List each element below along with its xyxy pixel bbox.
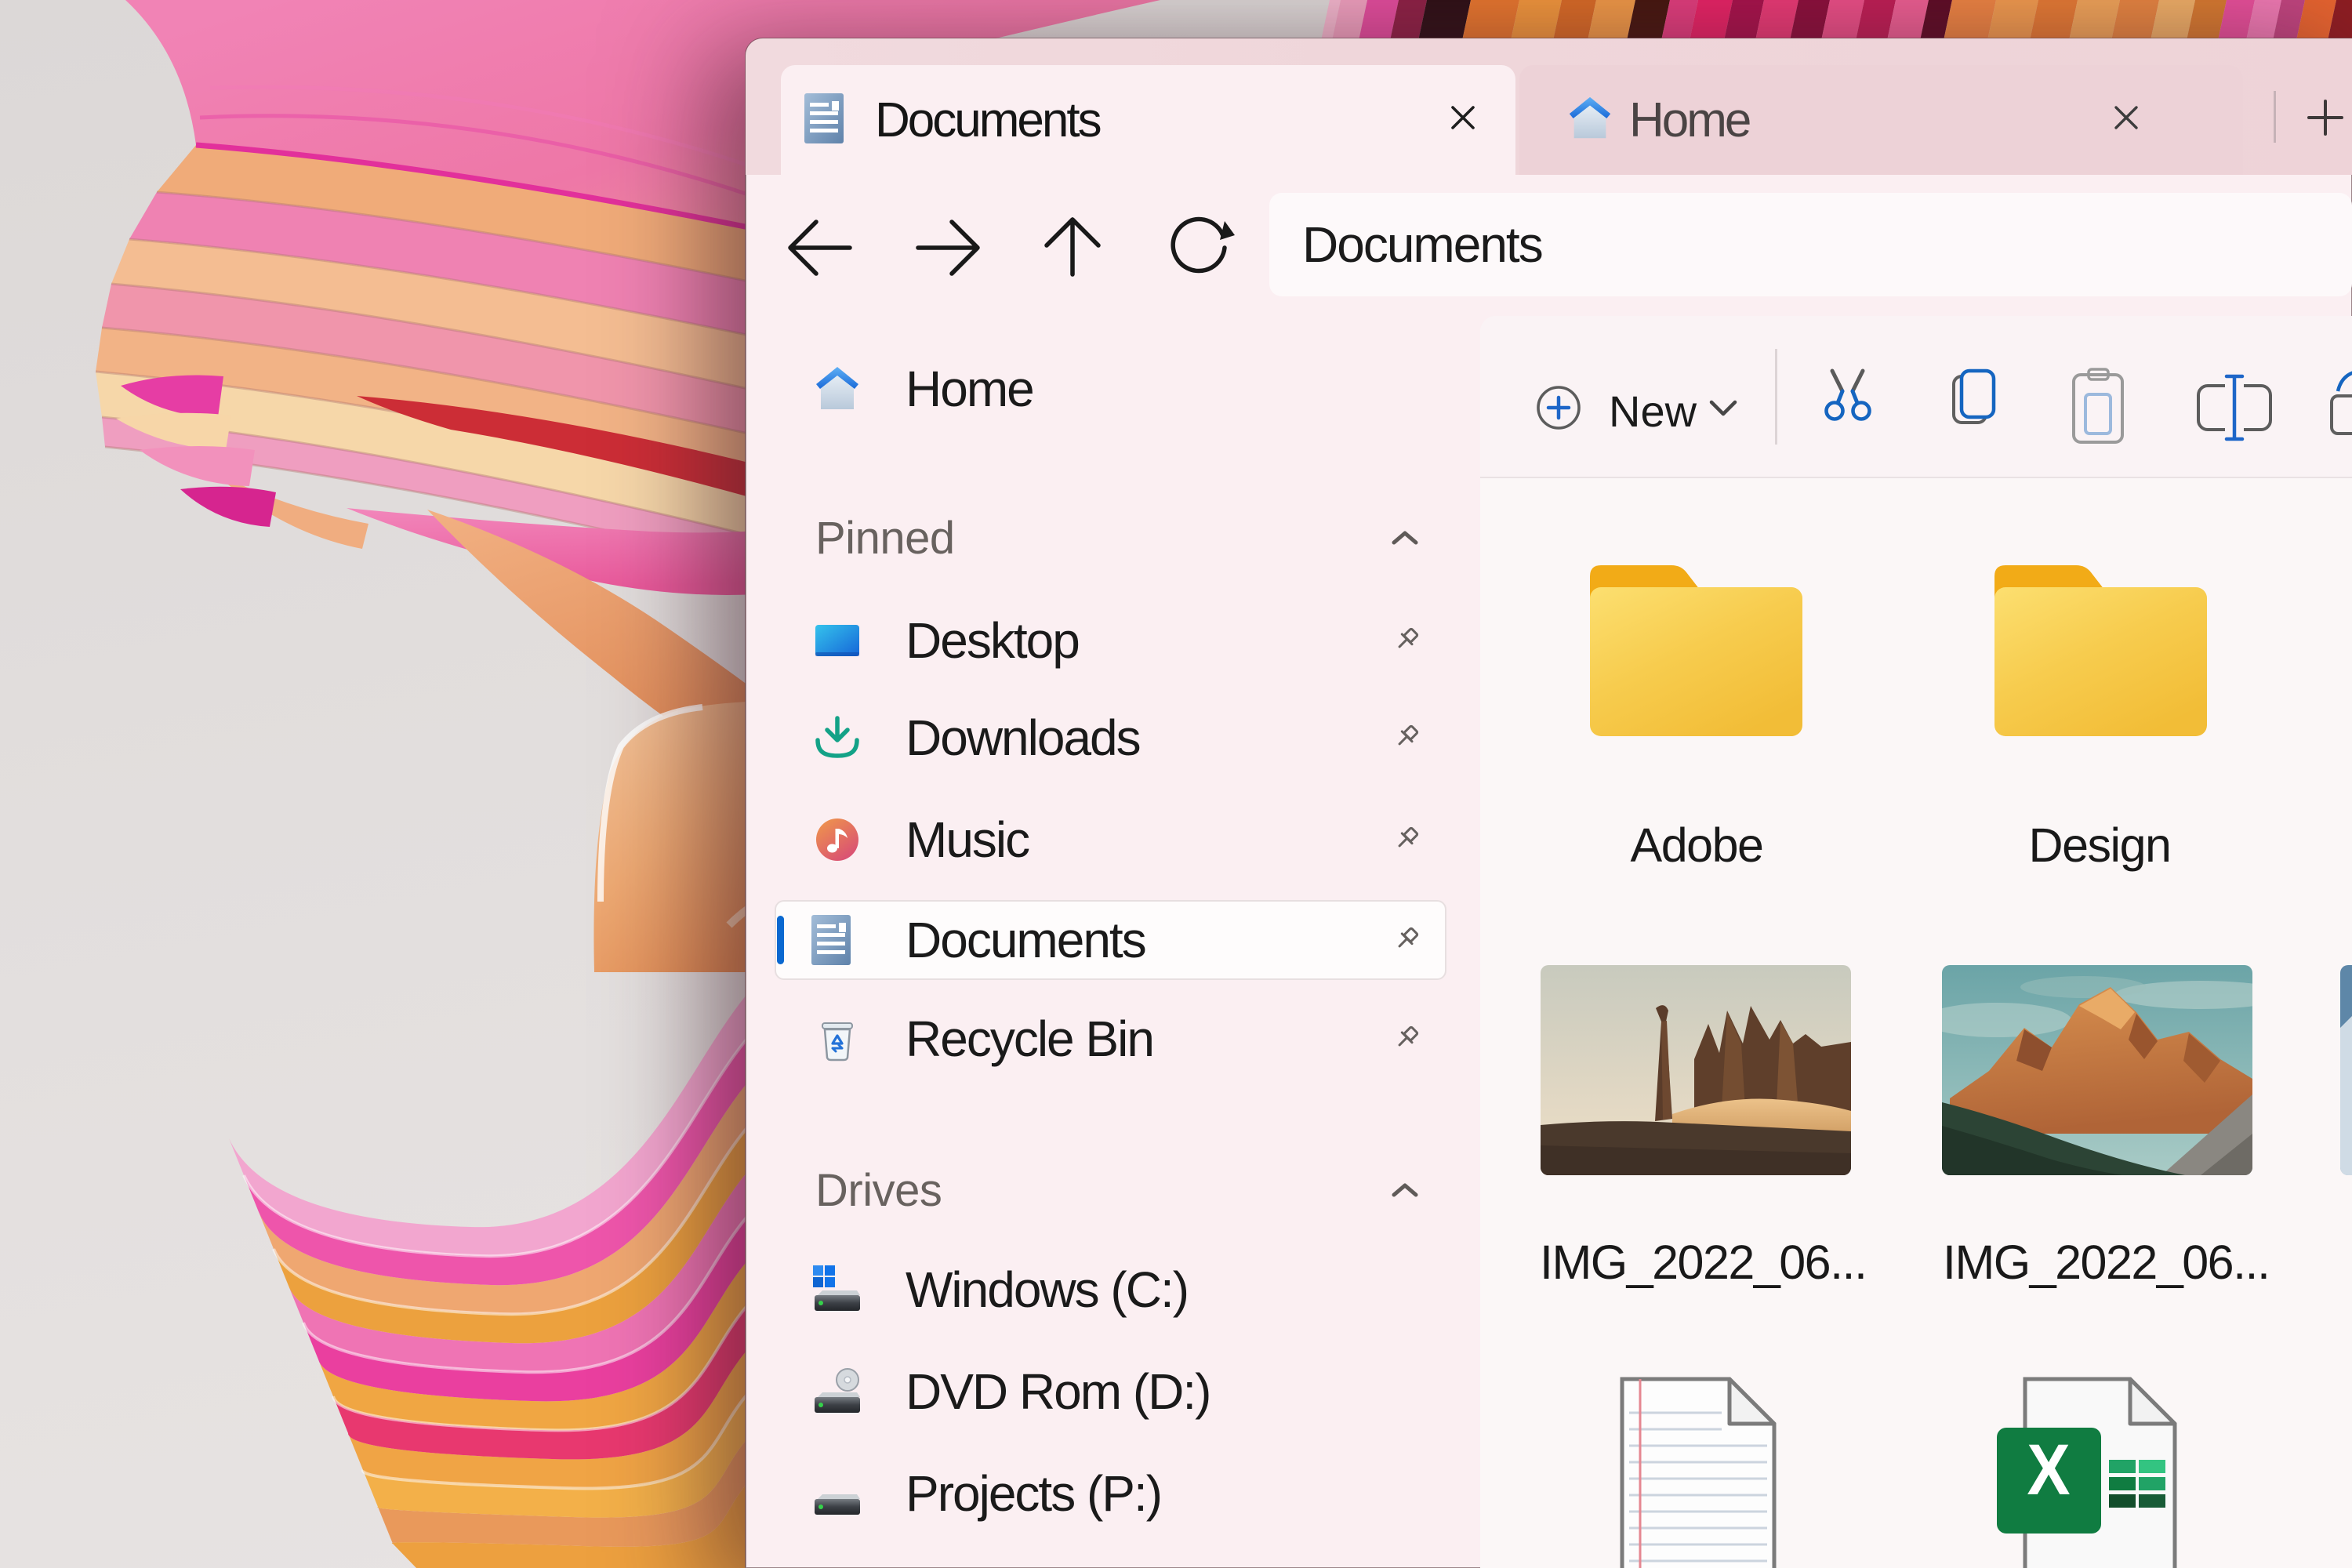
svg-text:X: X — [2027, 1429, 2070, 1510]
